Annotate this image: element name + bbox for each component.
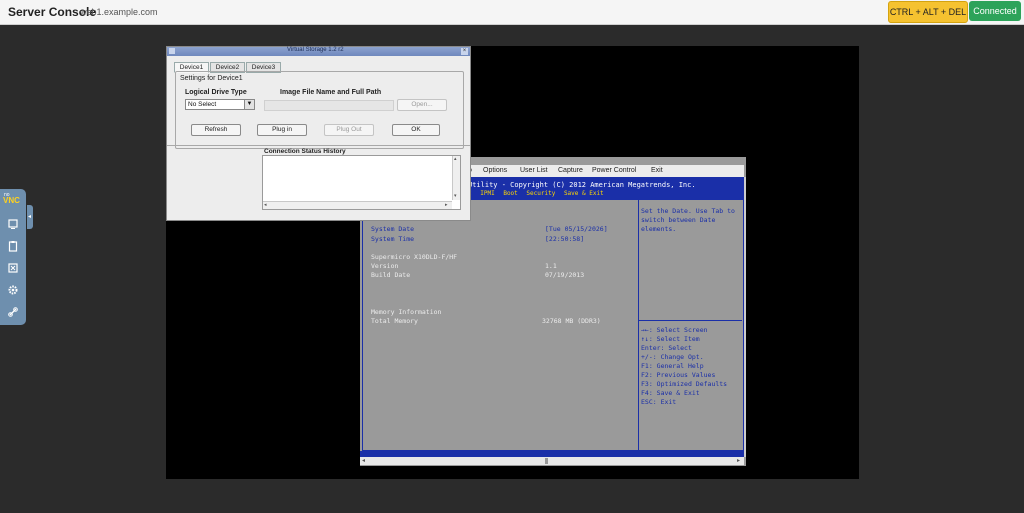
group-title: Settings for Device1 (180, 75, 243, 82)
dialog-title-bar[interactable]: Virtual Storage 1.2 r2 × (167, 47, 470, 56)
dialog-title: Virtual Storage 1.2 r2 (287, 47, 344, 53)
bios-copyright: Utility - Copyright (C) 2012 American Me… (468, 181, 696, 189)
scroll-left-icon[interactable]: ◂ (264, 202, 267, 208)
window-menu-icon[interactable] (169, 48, 175, 54)
bios-field-label: System Date (371, 225, 415, 233)
bios-field-value: 1.1 (545, 262, 557, 270)
bios-field-label: Build Date (371, 271, 411, 279)
disconnect-icon[interactable] (7, 305, 19, 317)
history-label: Connection Status History (264, 148, 346, 155)
bios-horizontal-scrollbar[interactable]: ◂ ▸ (360, 457, 744, 465)
settings-gear-icon[interactable] (7, 283, 19, 295)
bios-key-hint: +/-: Change Opt. (641, 353, 704, 361)
bios-tab-ipmi: IPMI (480, 190, 495, 197)
novnc-logo: VNC (3, 196, 20, 205)
bios-field-value: 32768 MB (DDR3) (542, 317, 601, 325)
virtual-storage-dialog[interactable]: Virtual Storage 1.2 r2 × Device1 Device2… (166, 46, 471, 221)
bios-field-value: 07/19/2013 (545, 271, 585, 279)
chevron-down-icon[interactable]: ▼ (244, 100, 254, 109)
bios-help-text: switch between Date (641, 216, 716, 224)
bios-key-hint: F1: General Help (641, 362, 704, 370)
bios-tabs: t IPMI Boot Security Save & Exit (468, 190, 609, 197)
drive-type-value: No Select (188, 101, 217, 108)
bios-menu-capture[interactable]: Capture (558, 167, 583, 174)
bios-field-label: Supermicro X10DLD-F/HF (371, 253, 458, 261)
scroll-up-icon[interactable]: ▴ (454, 156, 457, 162)
display-icon[interactable] (7, 217, 19, 229)
open-button[interactable]: Open... (397, 99, 447, 111)
bios-menu-user-list[interactable]: User List (520, 167, 548, 174)
bios-key-hint: ↑↓: Select Item (641, 335, 700, 343)
bios-key-hint: Enter: Select (641, 344, 692, 352)
history-horizontal-scrollbar[interactable]: ◂ ▸ (263, 201, 452, 209)
bios-field-label: Memory Information (371, 308, 442, 316)
plug-out-button[interactable]: Plug Out (324, 124, 374, 136)
history-vertical-scrollbar[interactable]: ▴ ▾ (452, 156, 460, 200)
scroll-left-icon[interactable]: ◂ (362, 457, 365, 464)
bios-key-hint: F2: Previous Values (641, 371, 716, 379)
bios-vertical-scrollbar[interactable] (744, 177, 746, 457)
plug-in-button[interactable]: Plug in (257, 124, 307, 136)
drive-type-select[interactable]: No Select ▼ (185, 99, 255, 110)
bios-field-value[interactable]: [Tue 05/15/2026] (545, 225, 608, 233)
scroll-right-icon[interactable]: ▸ (445, 202, 448, 208)
bios-tab-security: Security (526, 190, 556, 197)
host-name: web1.example.com (80, 7, 158, 17)
ctrl-alt-del-button[interactable]: CTRL + ALT + DEL (888, 1, 968, 23)
refresh-button[interactable]: Refresh (191, 124, 241, 136)
dialog-separator (167, 145, 470, 146)
bios-menu-exit[interactable]: Exit (651, 167, 663, 174)
clipboard-icon[interactable] (7, 239, 19, 252)
ok-button[interactable]: OK (392, 124, 440, 136)
bios-field-label: Version (371, 262, 399, 270)
bios-divider (638, 199, 639, 450)
bios-help-text: Set the Date. Use Tab to (641, 207, 735, 215)
scroll-down-icon[interactable]: ▾ (454, 193, 457, 199)
bios-field-label: System Time (371, 235, 415, 243)
bios-field-label: Total Memory (371, 317, 418, 325)
bios-tab-boot: Boot (503, 190, 518, 197)
scroll-right-icon[interactable]: ▸ (737, 457, 740, 464)
bios-key-hint: F3: Optimized Defaults (641, 380, 728, 388)
image-path-label: Image File Name and Full Path (280, 89, 382, 96)
scroll-thumb[interactable] (545, 458, 548, 464)
bios-key-hint: →←: Select Screen (641, 326, 708, 334)
top-bar: Server Console web1.example.com CTRL + A… (0, 0, 1024, 25)
connection-status-button[interactable]: Connected (969, 1, 1021, 21)
fullscreen-icon[interactable] (7, 261, 19, 273)
close-icon[interactable]: × (461, 48, 468, 55)
control-bar-handle[interactable]: ◂ (27, 205, 33, 229)
image-path-field[interactable] (264, 100, 394, 111)
bios-menu-bar: o Options User List Capture Power Contro… (468, 165, 744, 177)
drive-type-label: Logical Drive Type (185, 89, 247, 96)
bios-menu-options[interactable]: Options (483, 167, 507, 174)
bios-key-hint: ESC: Exit (641, 398, 677, 406)
bios-tab-save-exit: Save & Exit (563, 190, 604, 197)
bios-field-value[interactable]: [22:50:58] (545, 235, 584, 243)
bios-divider (639, 320, 742, 321)
bios-menu-power-control[interactable]: Power Control (592, 167, 636, 174)
chevron-left-icon: ◂ (28, 214, 32, 220)
novnc-control-bar: no VNC (0, 189, 26, 325)
bios-key-hint: F4: Save & Exit (641, 389, 700, 397)
connection-history-list[interactable]: ▴ ▾ ◂ ▸ (262, 155, 461, 210)
bios-help-text: elements. (641, 225, 677, 233)
